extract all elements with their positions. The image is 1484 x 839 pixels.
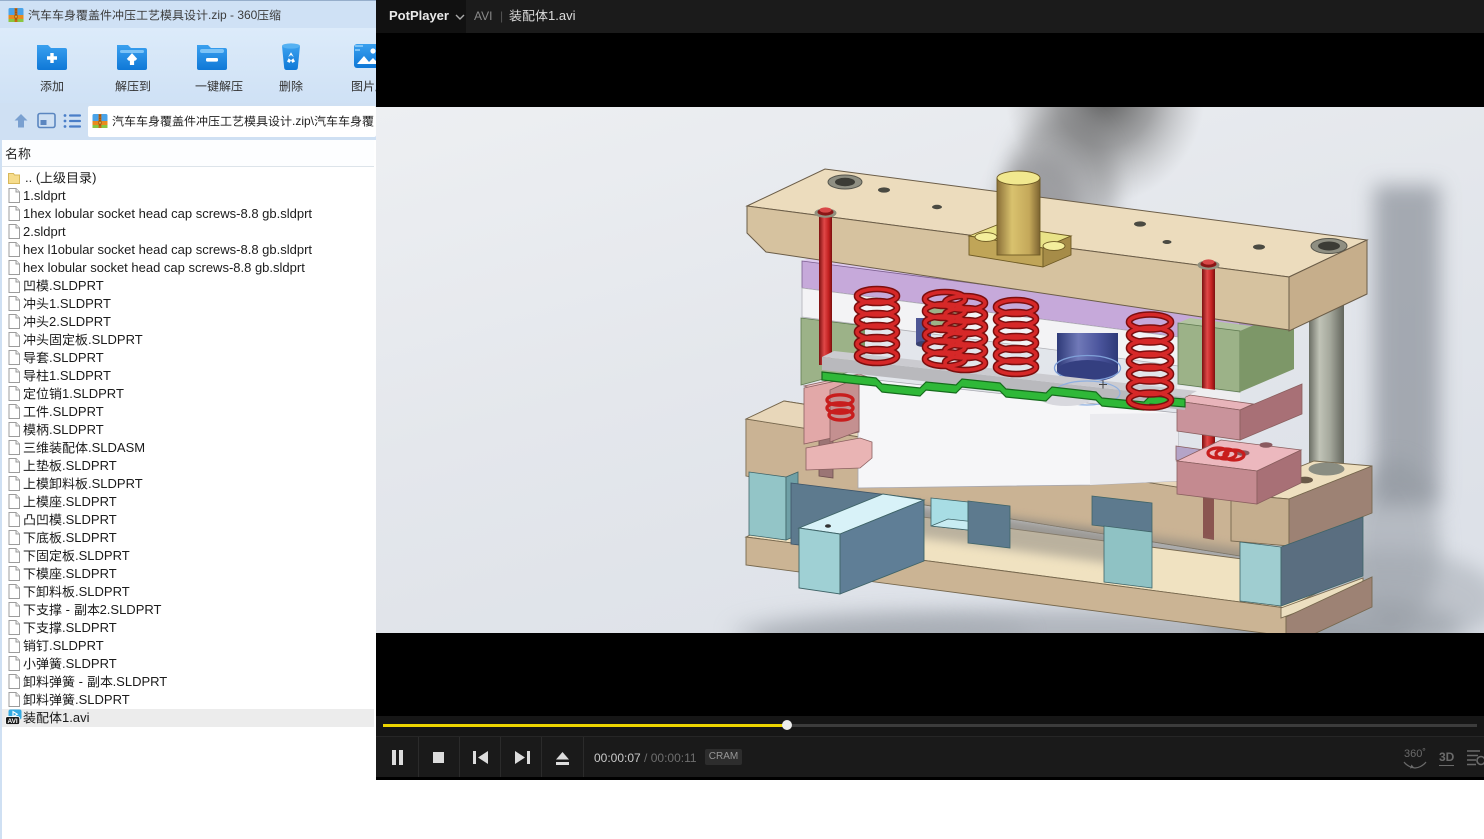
- svg-text:AVI: AVI: [8, 718, 18, 725]
